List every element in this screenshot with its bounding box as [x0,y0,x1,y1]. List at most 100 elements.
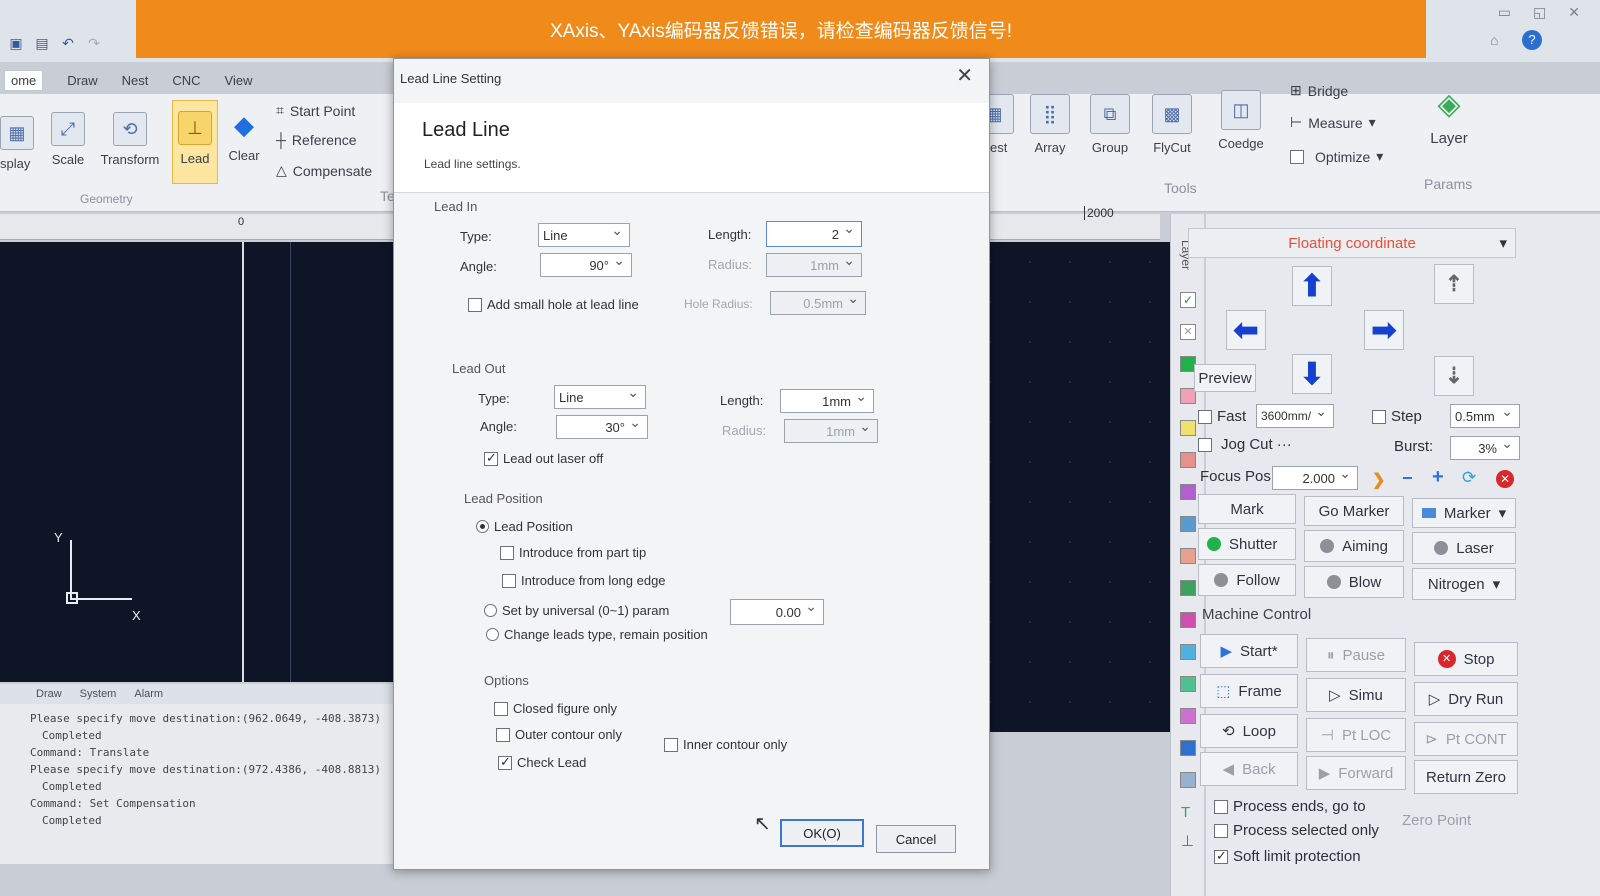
tab-draw-log[interactable]: Draw [36,688,62,700]
lead-in-type-select[interactable]: Line [538,222,630,247]
layer-swatch[interactable] [1180,612,1196,628]
reference-button[interactable]: ┼ Reference [276,132,357,148]
layer-hide-checkbox[interactable]: ✕ [1180,324,1196,340]
focus-cancel-icon[interactable]: ✕ [1496,470,1514,488]
save-icon[interactable]: ▣ [6,33,26,53]
save-all-icon[interactable]: ▤ [32,33,52,53]
compensate-button[interactable]: △ Compensate [276,162,372,179]
layer-visible-checkbox[interactable]: ✓ [1180,292,1196,308]
arrow-down-button[interactable]: ⬇ [1292,354,1332,394]
go-marker-button[interactable]: Go Marker [1304,496,1404,526]
z-up-button[interactable]: ⇡ [1434,264,1474,304]
from-part-tip-checkbox[interactable] [500,545,514,560]
soft-limit-checkbox[interactable] [1214,848,1228,864]
step-checkbox[interactable] [1372,409,1386,424]
follow-button[interactable]: Follow [1198,564,1296,596]
from-long-edge-option[interactable]: Introduce from long edge [502,573,666,588]
lead-out-laser-off-option[interactable]: Lead out laser off [484,450,603,466]
laser-button[interactable]: Laser [1412,532,1516,564]
arrow-left-button[interactable]: ⬅ [1226,310,1266,350]
lead-in-angle-select[interactable]: 90° [540,252,632,277]
preview-button[interactable]: Preview [1194,364,1256,392]
clear-button[interactable]: ◆ Clear [222,108,266,164]
frame-button[interactable]: ⬚ Frame [1200,674,1298,708]
pause-button[interactable]: ⏸ Pause [1306,638,1406,672]
step-option[interactable]: Step [1372,408,1422,425]
layer-swatch[interactable] [1180,484,1196,500]
pt-cont-button[interactable]: ⊳ Pt CONT [1414,722,1518,756]
tab-view[interactable]: View [225,73,253,88]
lead-out-type-select[interactable]: Line [554,384,646,409]
inner-contour-option[interactable]: Inner contour only [664,737,787,752]
arrow-up-button[interactable]: ⬆ [1292,266,1332,306]
layer-swatch[interactable] [1180,452,1196,468]
focus-plus-icon[interactable]: + [1432,466,1444,489]
focus-pos-select[interactable]: 2.000 [1272,465,1358,490]
dry-run-button[interactable]: ▷ Dry Run [1414,682,1518,716]
process-ends-option[interactable]: Process ends, go to [1214,798,1366,815]
layer-swatch[interactable] [1180,580,1196,596]
measure-button[interactable]: ⊢ Measure ▾ [1290,114,1376,131]
coedge-button[interactable]: ◫ Coedge [1212,90,1270,151]
simu-button[interactable]: ▷ Simu [1306,678,1406,712]
optimize-checkbox[interactable] [1290,149,1304,164]
group-button[interactable]: ⧉ Group [1084,94,1136,155]
tab-home[interactable]: ome [4,69,44,91]
step-size-select[interactable]: 0.5mm [1450,403,1520,428]
outer-contour-checkbox[interactable] [496,727,510,742]
lead-out-length-select[interactable]: 1mm [780,388,874,413]
ribbon-collapse-icon[interactable]: ⌂ [1490,32,1498,48]
layer-swatch[interactable] [1180,644,1196,660]
change-leads-type-radio[interactable]: Change leads type, remain position [486,627,708,642]
closed-figure-option[interactable]: Closed figure only [494,701,617,716]
flycut-button[interactable]: ▩ FlyCut [1146,94,1198,155]
arrow-right-button[interactable]: ➡ [1364,310,1404,350]
hole-radius-input[interactable]: 0.5mm [770,290,866,315]
loop-button[interactable]: ⟲ Loop [1200,714,1298,748]
check-lead-option[interactable]: Check Lead [498,754,586,770]
tab-draw[interactable]: Draw [67,73,97,88]
tab-system-log[interactable]: System [80,688,117,700]
optimize-button[interactable]: Optimize ▾ [1290,148,1383,165]
back-button[interactable]: ◀ Back [1200,752,1298,786]
closed-figure-checkbox[interactable] [494,701,508,716]
lead-position-radio[interactable]: Lead Position [476,519,573,534]
layer-swatch[interactable] [1180,420,1196,436]
pin-icon[interactable]: ⊥ [1181,832,1194,850]
lead-button[interactable]: ⊥ Lead [172,100,218,184]
focus-refresh-icon[interactable]: ⟳ [1462,468,1476,488]
jog-cut-checkbox[interactable] [1198,437,1212,452]
lead-in-length-input[interactable]: 2 [766,220,862,247]
lead-position-radio-dot[interactable] [476,520,489,533]
focus-minus-icon[interactable]: − [1402,468,1413,489]
from-part-tip-option[interactable]: Introduce from part tip [500,545,646,560]
coordinate-select[interactable]: Floating coordinate ▾ [1188,228,1516,258]
stop-button[interactable]: ✕ Stop [1414,642,1518,676]
z-down-button[interactable]: ⇣ [1434,356,1474,396]
check-lead-checkbox[interactable] [498,754,512,770]
close-icon[interactable]: ✕ [956,63,973,88]
lead-out-laser-off-checkbox[interactable] [484,450,498,466]
scale-button[interactable]: ⤢ Scale [44,112,92,167]
process-selected-checkbox[interactable] [1214,823,1228,838]
blow-button[interactable]: Blow [1304,566,1404,598]
cancel-button[interactable]: Cancel [876,825,956,853]
mark-button[interactable]: Mark [1198,494,1296,524]
drawing-canvas[interactable]: Y X [0,242,460,682]
fast-checkbox[interactable] [1198,409,1212,424]
universal-param-select[interactable]: 0.00 [730,598,824,625]
display-button[interactable]: ▦ splay [0,116,34,171]
burst-select[interactable]: 3% [1450,435,1520,460]
marker-button[interactable]: Marker ▾ [1412,498,1516,528]
ok-button[interactable]: OK(O) [780,819,864,847]
universal-param-radio-dot[interactable] [484,604,497,617]
undo-icon[interactable]: ↶ [58,33,78,53]
tab-cnc[interactable]: CNC [172,73,200,88]
layer-swatch[interactable] [1180,548,1196,564]
start-button[interactable]: ▶ Start* [1200,634,1298,668]
shutter-button[interactable]: Shutter [1198,528,1296,560]
fast-option[interactable]: Fast [1198,408,1246,425]
layer-swatch[interactable] [1180,708,1196,724]
layer-button[interactable]: ◈ Layer [1420,84,1478,148]
close-window-icon[interactable]: ✕ [1568,4,1580,60]
